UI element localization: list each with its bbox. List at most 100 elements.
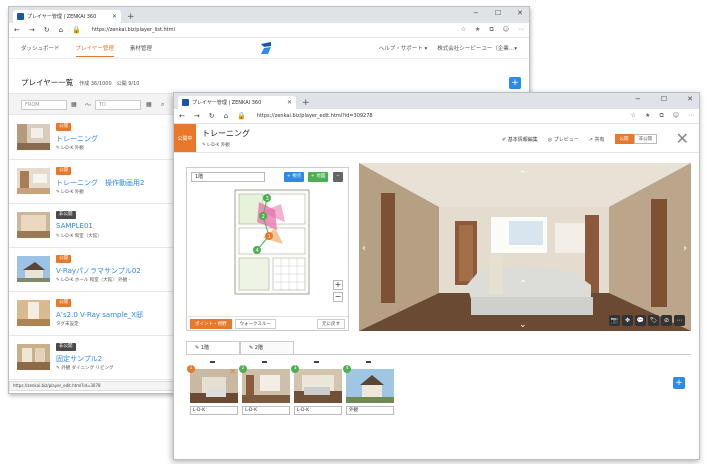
floor-plan-image[interactable]: 3 2 1 4 (227, 186, 317, 298)
close-window-icon[interactable]: ✕ (687, 95, 693, 103)
move-icon[interactable]: ✥ (622, 315, 633, 326)
list-item[interactable]: 非公開 SAMPLE01 ✎ L-D-K 和室（大館） (9, 204, 179, 248)
home-icon[interactable]: ⌂ (59, 26, 63, 34)
add-point-button[interactable]: + 視点 (284, 172, 305, 182)
svg-text:‹: ‹ (362, 243, 366, 254)
more-icon[interactable]: ⋯ (518, 26, 524, 34)
item-title[interactable]: A’s2.0 V-Ray sample_X邸 (56, 310, 143, 320)
item-title[interactable]: トレーニング (56, 134, 98, 144)
browser-tab[interactable]: プレイヤー管理 | ZENKAI 360 ✕ (13, 10, 121, 23)
nav-player-management[interactable]: プレイヤー管理 (75, 44, 114, 57)
floor-tab-2[interactable]: ✎ 2階 (240, 341, 294, 354)
scene-name-input[interactable]: L-D-K (294, 406, 342, 415)
status-badge: 公開 (56, 255, 71, 263)
list-item[interactable]: 公開 トレーニング ✎ L-D-K 外観 (9, 116, 179, 160)
nav-material-management[interactable]: 素材管理 (130, 44, 152, 52)
tag-icon[interactable]: 🏷 (648, 315, 659, 326)
list-item[interactable]: 公開 トレーニング 操作動画用2 ✎ L-D-K 外観 (9, 160, 179, 204)
calendar-icon[interactable]: ▦ (146, 101, 152, 108)
block-icon[interactable]: ⊘ (661, 315, 672, 326)
company-menu[interactable]: 株式会社シーピーユー（企業…▾ (437, 44, 517, 52)
zoom-in-button[interactable]: + (333, 280, 343, 290)
reload-icon[interactable]: ↻ (44, 26, 50, 34)
read-view-icon[interactable]: ☆ (461, 26, 466, 34)
browser-tabbar: プレイヤー管理 | ZENKAI 360 ✕ + − ☐ ✕ (174, 93, 699, 109)
panorama-viewer[interactable]: ⌃ ⌄ ⌃ ‹ › 📷 ✥ 💬 🏷 ⊘ ⋯ (359, 163, 691, 331)
reload-icon[interactable]: ↻ (209, 112, 215, 120)
scene-card[interactable]: 1 ✕ L-D-K (187, 365, 238, 415)
item-title[interactable]: SAMPLE01 (56, 222, 93, 230)
profile-icon[interactable]: ☺ (673, 112, 679, 120)
minimize-icon[interactable]: − (473, 9, 479, 17)
undo-button[interactable]: 元に戻す (317, 318, 345, 329)
new-tab-icon[interactable]: + (127, 11, 135, 23)
list-item[interactable]: 公開 V-Rayパノラマサンプル02 ✎ L-D-K ホール 和室（大館） 外観… (9, 248, 179, 292)
toggle-private[interactable]: 非公開 (633, 134, 657, 144)
toggle-public[interactable]: 公開 (614, 134, 634, 144)
add-scene-button[interactable]: + (673, 377, 685, 389)
scene-card[interactable]: 2 L-D-K (239, 365, 290, 415)
comment-icon[interactable]: 💬 (635, 315, 646, 326)
date-to-input[interactable]: TO (95, 100, 141, 110)
maximize-icon[interactable]: ☐ (495, 9, 501, 17)
scene-remove-icon[interactable] (366, 361, 371, 363)
maximize-icon[interactable]: ☐ (661, 95, 667, 103)
read-view-icon[interactable]: ☆ (631, 112, 636, 120)
close-tab-icon[interactable]: ✕ (287, 99, 292, 106)
favorites-icon[interactable]: ★ (475, 26, 480, 34)
home-icon[interactable]: ⌂ (224, 112, 228, 120)
add-player-button[interactable]: + (509, 77, 521, 89)
forward-icon[interactable]: → (29, 26, 35, 34)
minimize-icon[interactable]: − (635, 95, 641, 103)
new-tab-icon[interactable]: + (302, 97, 310, 109)
camera-icon[interactable]: 📷 (609, 315, 620, 326)
edit-basic-info-button[interactable]: ✐ 基本情報編集 (502, 136, 538, 143)
tab-walkthrough[interactable]: ウォークスルー (234, 318, 276, 329)
add-map-button[interactable]: + 地図 (308, 172, 329, 182)
scene-name-input[interactable]: 外観 (346, 406, 394, 415)
share-button[interactable]: ↗ 共有 (589, 136, 605, 143)
back-icon[interactable]: ← (179, 112, 185, 120)
close-editor-icon[interactable]: ✕ (676, 129, 689, 148)
floor-select[interactable]: 1階 (191, 172, 265, 182)
nav-dashboard[interactable]: ダッシュボード (21, 44, 60, 52)
thumbnail-image (17, 168, 50, 194)
forward-icon[interactable]: → (194, 112, 200, 120)
tab-point-view[interactable]: ポイント・視野 (190, 318, 232, 329)
list-item[interactable]: 非公開 固定サンプル2 ✎ 外観 ダイニング リビング (9, 336, 179, 380)
scene-name-input[interactable]: L-D-K (190, 406, 238, 415)
remove-button[interactable]: − (333, 172, 343, 182)
preview-button[interactable]: ◎ プレビュー (548, 136, 579, 143)
delete-scene-icon[interactable]: ✕ (229, 367, 236, 376)
scene-name-input[interactable]: L-D-K (242, 406, 290, 415)
more-icon[interactable]: ⋯ (688, 112, 694, 120)
search-icon[interactable]: ⌕ (161, 101, 164, 109)
list-item[interactable]: 公開 A’s2.0 V-Ray sample_X邸 タグ未設定 (9, 292, 179, 336)
item-title[interactable]: V-Rayパノラマサンプル02 (56, 266, 141, 276)
url-text[interactable]: https://zenkai.biz/player_edit.html?id=3… (255, 113, 622, 119)
close-window-icon[interactable]: ✕ (517, 9, 523, 17)
address-bar: ← → ↻ ⌂ 🔒 https://zenkai.biz/player_edit… (174, 109, 699, 124)
collections-icon[interactable]: ⧉ (659, 112, 663, 120)
item-title[interactable]: 固定サンプル2 (56, 354, 102, 364)
item-title[interactable]: トレーニング 操作動画用2 (56, 178, 144, 188)
calendar-icon[interactable]: ▦ (71, 101, 77, 108)
scene-remove-icon[interactable] (210, 361, 215, 363)
collections-icon[interactable]: ⧉ (489, 26, 493, 34)
help-support-menu[interactable]: ヘルプ・サポート ▾ (379, 44, 428, 52)
zoom-out-button[interactable]: − (333, 292, 343, 302)
app-header: ダッシュボード プレイヤー管理 素材管理 ヘルプ・サポート ▾ 株式会社シーピー… (9, 38, 529, 59)
back-icon[interactable]: ← (14, 26, 20, 34)
url-text[interactable]: https://zenkai.biz/player_list.html (90, 27, 452, 33)
scene-remove-icon[interactable] (262, 361, 267, 363)
scene-card[interactable]: 4 外観 (343, 365, 394, 415)
favorites-icon[interactable]: ★ (645, 112, 650, 120)
date-from-input[interactable]: FROM (21, 100, 67, 110)
close-tab-icon[interactable]: ✕ (112, 13, 117, 20)
scene-remove-icon[interactable] (314, 361, 319, 363)
more-icon[interactable]: ⋯ (674, 315, 685, 326)
profile-icon[interactable]: ☺ (503, 26, 509, 34)
scene-card[interactable]: 3 L-D-K (291, 365, 342, 415)
floor-tab-1[interactable]: ✎ 1階 (186, 341, 240, 354)
browser-tab[interactable]: プレイヤー管理 | ZENKAI 360 ✕ (178, 96, 296, 109)
